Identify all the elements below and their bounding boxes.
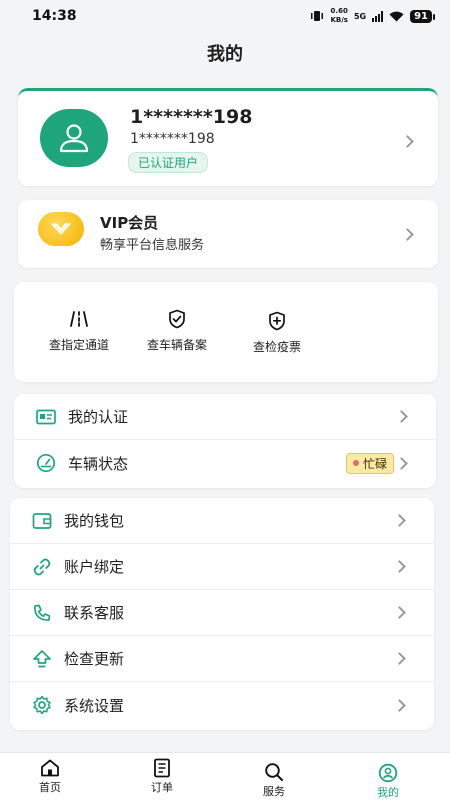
status-time: 14:38 <box>32 8 77 24</box>
menu-group-settings: 我的钱包 账户绑定 联系客服 检查更新 系统设置 <box>10 498 434 730</box>
menu-item-vehicle-status[interactable]: 车辆状态 忙碌 <box>14 440 436 486</box>
shield-check-icon <box>169 309 185 329</box>
quick-action-channel[interactable]: 查指定通道 <box>42 308 116 353</box>
status-indicators: 0.60 KB/s 5G 91 <box>310 7 435 25</box>
net-speed: 0.60 KB/s <box>330 7 347 25</box>
gauge-icon <box>36 453 56 473</box>
shield-plus-icon <box>269 311 285 331</box>
link-icon <box>32 557 52 577</box>
net-speed-value: 0.60 <box>330 7 348 15</box>
chevron-right-icon <box>393 652 406 665</box>
menu-item-check-update[interactable]: 检查更新 <box>10 636 434 682</box>
upload-arrow-icon <box>32 649 52 669</box>
user-icon <box>59 124 89 153</box>
chevron-right-icon <box>395 410 408 423</box>
chevron-right-icon <box>393 514 406 527</box>
vip-card[interactable]: VIP会员 畅享平台信息服务 <box>18 200 438 268</box>
id-card-icon <box>36 407 56 427</box>
status-dot <box>352 460 359 466</box>
status-bar: 14:38 0.60 KB/s 5G 91 <box>0 0 450 32</box>
quick-action-label: 查车辆备案 <box>146 338 207 352</box>
tab-label: 服务 <box>263 785 285 798</box>
quick-action-quarantine[interactable]: 查检疫票 <box>240 310 314 355</box>
wallet-icon <box>32 511 52 531</box>
tab-service[interactable]: 服务 <box>244 762 304 799</box>
menu-item-my-auth[interactable]: 我的认证 <box>14 394 436 440</box>
menu-item-system-settings[interactable]: 系统设置 <box>10 682 434 728</box>
chevron-right-icon <box>393 606 406 619</box>
net-speed-unit: KB/s <box>330 16 348 24</box>
battery-icon: 91 <box>410 9 435 23</box>
tab-label: 首页 <box>39 781 61 794</box>
quick-action-label: 查指定通道 <box>48 338 109 352</box>
home-icon <box>41 759 59 777</box>
search-icon <box>265 763 283 781</box>
busy-status-text: 忙碌 <box>362 456 387 471</box>
tab-mine[interactable]: 我的 <box>358 763 418 800</box>
menu-group-auth: 我的认证 车辆状态 忙碌 <box>14 394 436 488</box>
chevron-right-icon <box>401 228 414 241</box>
menu-item-label: 账户绑定 <box>64 558 125 576</box>
menu-item-label: 车辆状态 <box>68 454 129 473</box>
verified-badge: 已认证用户 <box>128 152 209 173</box>
profile-card[interactable]: 1*******198 1*******198 已认证用户 <box>18 88 438 186</box>
menu-item-label: 检查更新 <box>64 650 125 668</box>
quick-action-label: 查检疫票 <box>252 340 301 354</box>
signal-icon <box>372 10 384 22</box>
user-icon <box>378 763 398 783</box>
chevron-right-icon <box>395 456 408 470</box>
avatar <box>40 109 108 167</box>
phone-icon <box>32 603 52 623</box>
chevron-right-icon <box>393 698 406 712</box>
tab-orders[interactable]: 订单 <box>132 758 192 795</box>
tab-label: 我的 <box>377 786 399 799</box>
order-icon <box>154 758 170 778</box>
menu-item-label: 我的认证 <box>68 408 129 426</box>
vip-subtitle: 畅享平台信息服务 <box>100 238 205 253</box>
profile-name: 1*******198 <box>130 106 253 128</box>
profile-phone: 1*******198 <box>130 131 215 147</box>
vip-crown-icon <box>38 212 84 246</box>
wifi-icon <box>389 11 404 21</box>
network-type: 5G <box>353 11 367 21</box>
quick-action-vehicle-record[interactable]: 查车辆备案 <box>140 308 214 353</box>
page-title: 我的 <box>207 44 243 65</box>
menu-item-account-binding[interactable]: 账户绑定 <box>10 544 434 590</box>
vip-title: VIP会员 <box>100 214 159 232</box>
chevron-right-icon <box>393 560 406 573</box>
tab-home[interactable]: 首页 <box>20 758 80 795</box>
quick-actions-card: 查指定通道 查车辆备案 查检疫票 <box>14 282 438 382</box>
tab-label: 订单 <box>151 781 173 794</box>
busy-status-badge: 忙碌 <box>345 452 394 474</box>
road-icon <box>70 311 88 327</box>
gear-icon <box>32 695 52 715</box>
page-header: 我的 <box>0 32 450 74</box>
menu-item-label: 系统设置 <box>64 696 125 715</box>
chevron-right-icon <box>401 135 414 148</box>
menu-item-label: 我的钱包 <box>64 512 125 530</box>
vibrate-icon <box>311 11 324 21</box>
menu-item-label: 联系客服 <box>64 604 125 622</box>
bottom-tab-bar: 首页 订单 服务 我的 <box>0 752 450 800</box>
menu-item-wallet[interactable]: 我的钱包 <box>10 498 434 544</box>
menu-item-customer-service[interactable]: 联系客服 <box>10 590 434 636</box>
